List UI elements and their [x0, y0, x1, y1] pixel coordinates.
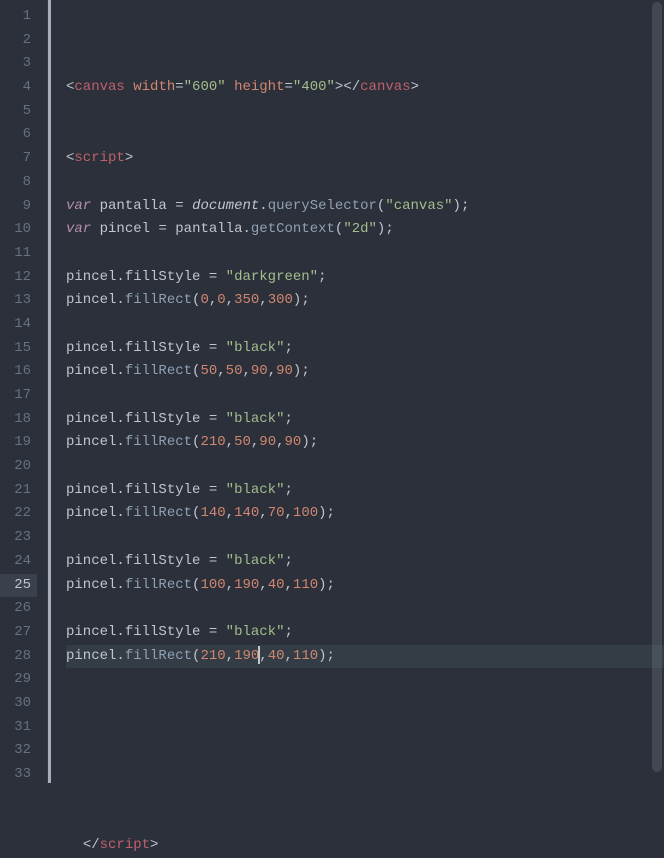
- code-line[interactable]: [66, 242, 664, 266]
- line-number: 19: [0, 431, 37, 455]
- active-file-indicator: [48, 0, 51, 783]
- code-line[interactable]: pincel.fillRect(210,190,40,110);: [66, 645, 664, 669]
- line-number: 2: [0, 29, 37, 53]
- line-number: 7: [0, 147, 37, 171]
- code-line[interactable]: [66, 763, 664, 787]
- code-line[interactable]: pincel.fillStyle = "black";: [66, 408, 664, 432]
- code-line[interactable]: pincel.fillRect(0,0,350,300);: [66, 289, 664, 313]
- line-number: 15: [0, 337, 37, 361]
- line-number: 6: [0, 123, 37, 147]
- line-number: 14: [0, 313, 37, 337]
- code-area[interactable]: <canvas width="600" height="400"></canva…: [48, 0, 664, 783]
- line-number: 18: [0, 408, 37, 432]
- code-line[interactable]: [66, 597, 664, 621]
- code-line[interactable]: pincel.fillStyle = "black";: [66, 479, 664, 503]
- code-line[interactable]: [66, 100, 664, 124]
- line-number: 17: [0, 384, 37, 408]
- code-line[interactable]: [66, 668, 664, 692]
- code-line[interactable]: pincel.fillRect(100,190,40,110);: [66, 574, 664, 598]
- vertical-scrollbar[interactable]: [652, 2, 662, 785]
- line-number: 21: [0, 479, 37, 503]
- line-number: 13: [0, 289, 37, 313]
- code-line[interactable]: [66, 739, 664, 763]
- code-line[interactable]: var pantalla = document.querySelector("c…: [66, 195, 664, 219]
- line-number: 9: [0, 195, 37, 219]
- code-line[interactable]: [66, 526, 664, 550]
- line-number: 30: [0, 692, 37, 716]
- code-line[interactable]: [66, 313, 664, 337]
- code-line[interactable]: pincel.fillRect(210,50,90,90);: [66, 431, 664, 455]
- code-line[interactable]: [66, 171, 664, 195]
- line-number: 3: [0, 52, 37, 76]
- line-number: 32: [0, 739, 37, 763]
- line-number: 12: [0, 266, 37, 290]
- code-line[interactable]: [66, 692, 664, 716]
- code-line[interactable]: pincel.fillStyle = "black";: [66, 550, 664, 574]
- code-line[interactable]: <script>: [66, 147, 664, 171]
- line-number: 8: [0, 171, 37, 195]
- line-number: 25: [0, 574, 37, 598]
- code-line[interactable]: [66, 455, 664, 479]
- line-number: 4: [0, 76, 37, 100]
- code-line[interactable]: pincel.fillStyle = "black";: [66, 337, 664, 361]
- code-line[interactable]: [66, 384, 664, 408]
- code-line[interactable]: [66, 123, 664, 147]
- code-line[interactable]: pincel.fillStyle = "darkgreen";: [66, 266, 664, 290]
- line-number: 5: [0, 100, 37, 124]
- code-line[interactable]: pincel.fillRect(50,50,90,90);: [66, 360, 664, 384]
- line-number: 1: [0, 5, 37, 29]
- code-line[interactable]: [66, 787, 664, 811]
- line-number: 28: [0, 645, 37, 669]
- line-number: 27: [0, 621, 37, 645]
- code-line[interactable]: [66, 810, 664, 834]
- line-number: 24: [0, 550, 37, 574]
- line-number: 29: [0, 668, 37, 692]
- line-number-gutter: 1234567891011121314151617181920212223242…: [0, 0, 48, 783]
- code-line[interactable]: pincel.fillStyle = "black";: [66, 621, 664, 645]
- line-number: 20: [0, 455, 37, 479]
- code-line[interactable]: <canvas width="600" height="400"></canva…: [66, 76, 664, 100]
- scroll-thumb[interactable]: [652, 2, 662, 772]
- line-number: 22: [0, 502, 37, 526]
- line-number: 26: [0, 597, 37, 621]
- code-line[interactable]: pincel.fillRect(140,140,70,100);: [66, 502, 664, 526]
- line-number: 31: [0, 716, 37, 740]
- code-line[interactable]: var pincel = pantalla.getContext("2d");: [66, 218, 664, 242]
- code-line[interactable]: </script>: [66, 834, 664, 858]
- code-line[interactable]: [66, 716, 664, 740]
- line-number: 33: [0, 763, 37, 787]
- line-number: 10: [0, 218, 37, 242]
- code-editor[interactable]: 1234567891011121314151617181920212223242…: [0, 0, 664, 783]
- line-number: 11: [0, 242, 37, 266]
- line-number: 23: [0, 526, 37, 550]
- line-number: 16: [0, 360, 37, 384]
